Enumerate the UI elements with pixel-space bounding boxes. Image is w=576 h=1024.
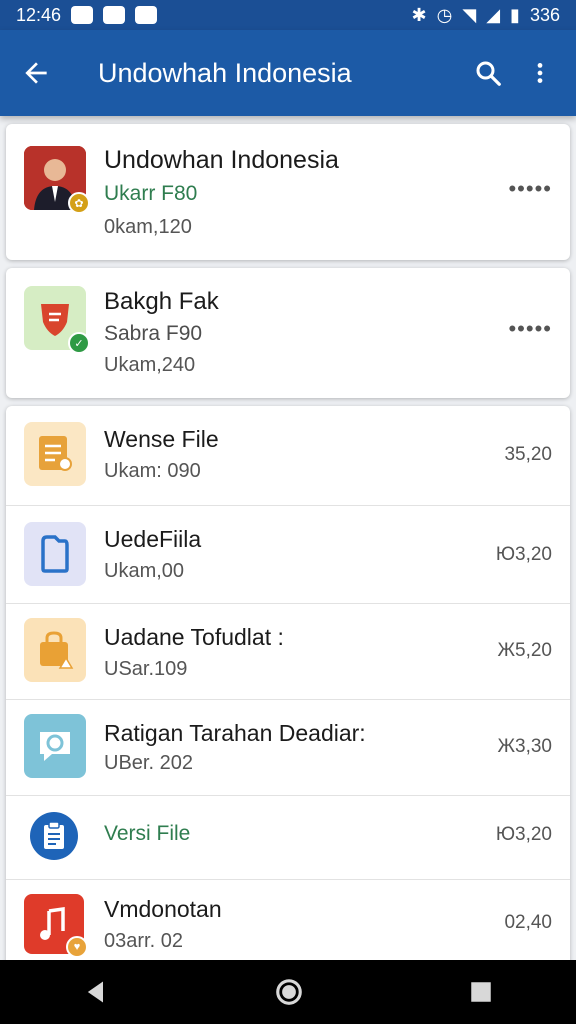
list-item[interactable]: Ratigan Tarahan Deadiar: UBer. 202 Ж3,30 xyxy=(6,700,570,796)
search-button[interactable] xyxy=(466,51,510,95)
list-item[interactable]: UedeFiila Ukam,00 Ю3,20 xyxy=(6,506,570,604)
status-right: ✱ ◷ ◥ ◢ ▮ 336 xyxy=(412,5,560,26)
check-badge-icon: ✓ xyxy=(68,332,90,354)
signal-icon: ◢ xyxy=(486,4,501,25)
item-title: Vmdonotan xyxy=(104,896,222,922)
alarm-icon: ◷ xyxy=(436,4,453,25)
item-amount: Ж5,20 xyxy=(497,640,552,661)
verified-badge-icon: ✿ xyxy=(68,192,90,214)
page-title: Undowhah Indonesia xyxy=(98,57,352,88)
search-icon xyxy=(476,61,501,86)
document-icon xyxy=(39,436,72,471)
heart-badge-icon: ♥ xyxy=(66,936,88,958)
card-menu-button[interactable]: ••••• xyxy=(508,176,552,202)
avatar: ✿ xyxy=(24,146,90,214)
item-thumb xyxy=(24,714,86,778)
app-notification-icon xyxy=(135,6,158,24)
item-thumb xyxy=(24,522,86,586)
item-subtitle: Ukam,00 xyxy=(104,560,185,582)
card-detail: Ukam,240 xyxy=(104,354,196,376)
item-thumb xyxy=(30,812,78,860)
item-amount: Ж3,30 xyxy=(497,736,552,757)
item-amount: 35,20 xyxy=(504,444,552,465)
item-subtitle: 03arr. 02 xyxy=(104,930,183,952)
card-menu-button[interactable]: ••••• xyxy=(508,316,552,342)
home-nav-button[interactable] xyxy=(274,977,304,1007)
item-subtitle: UBer. 202 xyxy=(104,752,193,774)
item-title: Ratigan Tarahan Deadiar: xyxy=(104,720,366,746)
list-item[interactable]: Wense File Ukam: 090 35,20 xyxy=(6,406,570,506)
card-subtitle: Ukarr F80 xyxy=(104,182,198,205)
status-left: 12:46 xyxy=(16,4,158,26)
account-card-1[interactable]: ✿ Undowhan Indonesia Ukarr F80 0kam,120 … xyxy=(6,124,570,260)
list-item[interactable]: Versi File Ю3,20 xyxy=(6,796,570,880)
item-title: Uadane Tofudlat : xyxy=(104,624,284,650)
more-vert-icon xyxy=(537,63,543,83)
card-detail: 0kam,120 xyxy=(104,216,192,238)
app-bar: Undowhah Indonesia xyxy=(0,30,576,116)
wifi-icon: ◥ xyxy=(462,4,477,25)
back-button[interactable] xyxy=(14,51,58,95)
shield-icon xyxy=(41,304,69,336)
card-title: Undowhan Indonesia xyxy=(104,146,339,174)
item-amount: Ю3,20 xyxy=(495,824,552,845)
item-thumb xyxy=(24,422,86,486)
gallery-icon xyxy=(103,6,126,24)
notification-icon xyxy=(71,6,94,24)
phone-icon xyxy=(41,535,69,573)
item-thumb xyxy=(24,618,86,682)
item-subtitle: Ukam: 090 xyxy=(104,460,201,482)
navigation-bar xyxy=(0,960,576,1024)
bag-icon xyxy=(40,631,74,669)
item-title: UedeFiila xyxy=(104,526,202,552)
bluetooth-icon: ✱ xyxy=(411,4,427,25)
card-title: Bakgh Fak xyxy=(104,288,219,315)
app-logo: ✓ xyxy=(24,286,90,354)
battery-icon: ▮ xyxy=(510,4,520,25)
battery-level: 336 xyxy=(529,4,560,25)
arrow-left-icon xyxy=(25,62,47,84)
file-list: Wense File Ukam: 090 35,20 UedeFiila Uka… xyxy=(6,406,570,966)
card-subtitle: Sabra F90 xyxy=(104,322,203,345)
account-card-2[interactable]: ✓ Bakgh Fak Sabra F90 Ukam,240 ••••• xyxy=(6,268,570,398)
status-time: 12:46 xyxy=(16,4,62,25)
item-thumb: ♥ xyxy=(24,894,88,958)
list-item[interactable]: ♥ Vmdonotan 03arr. 02 02,40 xyxy=(6,880,570,966)
list-item[interactable]: Uadane Tofudlat : USar.109 Ж5,20 xyxy=(6,604,570,700)
status-bar: 12:46 ✱ ◷ ◥ ◢ ▮ 336 xyxy=(0,0,576,30)
clipboard-icon xyxy=(44,821,64,849)
item-title: Versi File xyxy=(104,822,191,845)
item-title: Wense File xyxy=(104,426,219,452)
item-amount: 02,40 xyxy=(504,912,552,933)
chat-icon xyxy=(40,732,70,761)
recents-nav-button[interactable] xyxy=(468,979,494,1005)
back-nav-button[interactable] xyxy=(82,978,110,1006)
more-options-button[interactable] xyxy=(518,51,562,95)
item-subtitle: USar.109 xyxy=(104,658,188,680)
music-icon xyxy=(40,906,65,940)
item-amount: Ю3,20 xyxy=(495,544,552,565)
